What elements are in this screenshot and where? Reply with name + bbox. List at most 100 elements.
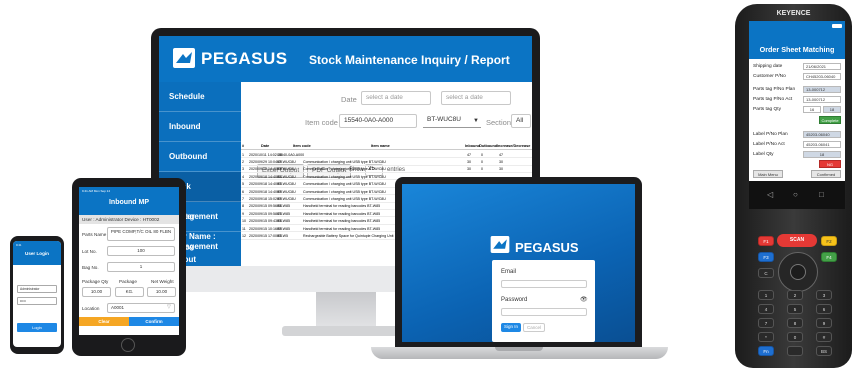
recent-apps-icon[interactable]: □	[819, 190, 824, 199]
table-cell: Communication / charging unit USB type B…	[303, 159, 386, 164]
table-cell: BT-WUC8U	[277, 167, 296, 172]
sidebar-item-schedule[interactable]: Schedule	[159, 82, 241, 112]
shipping-date-field[interactable]: 21/06/2021	[803, 63, 841, 70]
table-row[interactable]: 3 2020/09/18 14:40:09 BT-WUC8U Communicatio…	[241, 166, 532, 173]
table-cell: 4	[242, 174, 244, 179]
table-header: Inbound	[465, 143, 480, 148]
status-bar: 9:41 AM Mon Sep 14	[82, 189, 111, 193]
table-cell: BT-WUC8U	[277, 182, 296, 187]
key-5[interactable]: 5	[787, 304, 803, 314]
label-plan-field: 45203-06040	[803, 131, 841, 138]
item-code-label: Item code	[305, 118, 338, 127]
chevron-down-icon: ▼	[473, 118, 479, 124]
chevron-down-icon: ▽	[167, 304, 171, 310]
dpad-center-button[interactable]	[790, 264, 806, 280]
back-icon[interactable]: ◁	[767, 190, 773, 199]
sign-in-button[interactable]: Sign In	[501, 323, 522, 332]
parts-tag-plan-label: Parts tag P/No Plan	[753, 87, 796, 92]
f4-key[interactable]: F4	[821, 252, 837, 262]
bag-no-field[interactable]: 1	[107, 262, 175, 272]
bag-no-label: Bag No.	[82, 265, 99, 270]
key-hash[interactable]: #	[816, 332, 832, 342]
parts-tag-qty-a-field[interactable]: 16	[803, 106, 821, 113]
sidebar-item-outbound[interactable]: Outbound	[159, 142, 241, 172]
fn-key[interactable]: Fn	[758, 346, 774, 356]
table-cell: 30	[467, 159, 471, 164]
date-from-input[interactable]: select a date	[361, 91, 431, 105]
backspace-key[interactable]: BS	[816, 346, 832, 356]
package-qty-label: Package Qty	[82, 279, 109, 284]
clear-key[interactable]: C	[758, 268, 774, 278]
f1-key[interactable]: F1	[758, 236, 774, 246]
confirmed-button[interactable]: Confirmed	[811, 170, 841, 178]
label-act-field[interactable]: 45203-06041	[803, 141, 841, 148]
user-device-line: User : Administrator Device : HT0002	[79, 215, 179, 224]
key-9[interactable]: 9	[816, 318, 832, 328]
parts-tag-qty-label: Parts tag Qty	[753, 107, 781, 112]
key-tab[interactable]	[787, 346, 803, 356]
pegasus-logo-icon	[490, 236, 510, 253]
username-field[interactable]: Administrator	[17, 285, 57, 293]
password-field[interactable]: •••••	[17, 297, 57, 305]
section-select[interactable]: All	[511, 114, 531, 128]
handheld-screen: Order Sheet Matching Shipping date 21/06…	[749, 21, 845, 181]
f3-key[interactable]: F3	[758, 252, 774, 262]
clear-button[interactable]: Clear	[79, 317, 129, 326]
table-cell: 30	[467, 167, 471, 172]
date-to-input[interactable]: select a date	[441, 91, 511, 105]
laptop-screen: PEGASUS Email Password 👁 Sign In Cancel	[402, 184, 635, 342]
main-menu-button[interactable]: Main Menu	[753, 170, 783, 178]
sidebar-item-inbound[interactable]: Inbound	[159, 112, 241, 142]
table-cell: BT-W5	[277, 233, 288, 238]
password-field[interactable]	[501, 308, 587, 316]
table-row[interactable]: 2 2020/09/29 10:04:49 BT-WUC8U Communicatio…	[241, 158, 532, 166]
key-6[interactable]: 6	[816, 304, 832, 314]
table-row[interactable]: 1 2020/10/11 14:02:05 15540-0A0-A000 47 0 47	[241, 151, 532, 159]
table-cell: Communication / charging unit USB type B…	[303, 167, 386, 172]
package-field[interactable]: KG.	[115, 287, 144, 297]
key-0[interactable]: 0	[787, 332, 803, 342]
table-cell: 10	[242, 219, 246, 224]
table-cell: Handheld terminal for reading barcodes B…	[303, 226, 381, 231]
table-cell: 6	[242, 189, 244, 194]
home-icon[interactable]: ○	[793, 190, 798, 199]
lot-no-field[interactable]: 100	[107, 246, 175, 256]
table-cell: BT-W85	[277, 226, 290, 231]
customer-pno-field[interactable]: CH45203-06040	[803, 73, 841, 80]
table-cell: 3	[242, 167, 244, 172]
key-7[interactable]: 7	[758, 318, 774, 328]
lot-no-label: Lot No.	[82, 249, 97, 254]
package-qty-field[interactable]: 10.00	[82, 287, 111, 297]
key-4[interactable]: 4	[758, 304, 774, 314]
key-2[interactable]: 2	[787, 290, 803, 300]
keyence-logo: KEYENCE	[776, 10, 811, 17]
key-3[interactable]: 3	[816, 290, 832, 300]
parts-tag-act-field[interactable]: 13-000712	[803, 96, 841, 103]
table-cell: 47	[499, 152, 503, 157]
label-qty-label: Label Qty	[753, 152, 774, 157]
table-header: Date	[261, 143, 270, 148]
scan-button[interactable]: SCAN	[777, 234, 817, 247]
cancel-button[interactable]: Cancel	[523, 323, 546, 332]
table-cell: Communication / charging unit USB type B…	[303, 189, 386, 194]
table-cell: 9	[242, 211, 244, 216]
parts-name-field[interactable]: PIPE COMP,T/C OIL 80 FLBN	[107, 227, 175, 241]
email-field[interactable]	[501, 280, 587, 288]
key-8[interactable]: 8	[787, 318, 803, 328]
page-title: User Login	[25, 251, 49, 256]
login-button[interactable]: Login	[17, 323, 57, 332]
phone-screen: 9:41 User Login Administrator ••••• Logi…	[13, 241, 61, 347]
pegasus-logo-icon	[173, 48, 195, 68]
item-code-input[interactable]: 15540-0A0-A000	[339, 114, 417, 128]
location-label: Location	[82, 306, 100, 311]
key-star[interactable]: *	[758, 332, 774, 342]
key-1[interactable]: 1	[758, 290, 774, 300]
confirm-button[interactable]: Confirm	[129, 317, 179, 326]
f2-key[interactable]: F2	[821, 236, 837, 246]
location-field[interactable]: A0001	[107, 303, 175, 313]
eye-icon[interactable]: 👁	[580, 296, 588, 303]
tablet-screen: 9:41 AM Mon Sep 14 Inbound MP User : Adm…	[79, 187, 179, 335]
tablet-home-button[interactable]	[121, 338, 135, 352]
table-header: #	[242, 143, 245, 148]
net-weight-field[interactable]: 10.00	[147, 287, 176, 297]
